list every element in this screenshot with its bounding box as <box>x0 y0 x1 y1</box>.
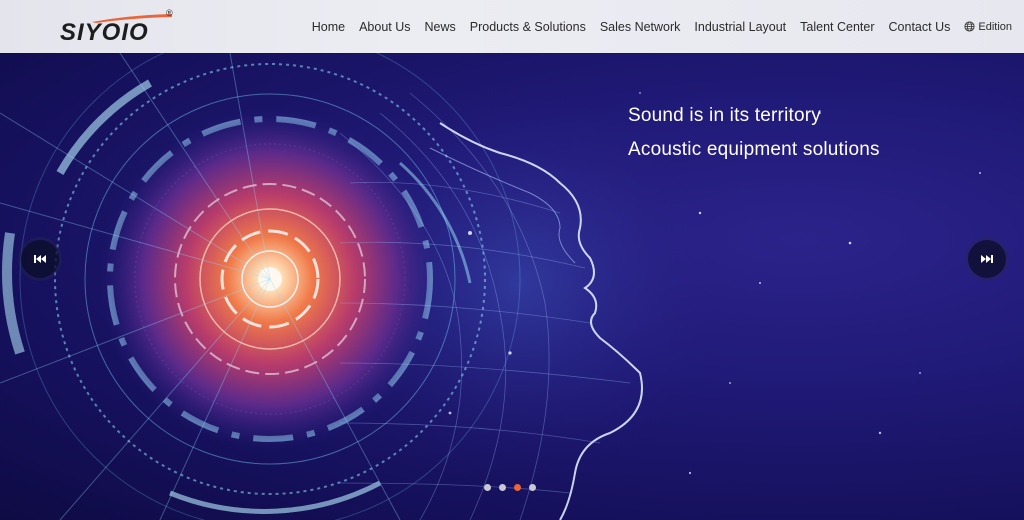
carousel-next-button[interactable] <box>968 240 1006 278</box>
hero-banner: Sound is in its territory Acoustic equip… <box>0 53 1024 520</box>
carousel-prev-button[interactable] <box>21 240 59 278</box>
nav-products-solutions[interactable]: Products & Solutions <box>470 20 586 34</box>
nav-industrial-layout[interactable]: Industrial Layout <box>694 20 786 34</box>
nav-contact-us[interactable]: Contact Us <box>889 20 951 34</box>
skip-next-icon <box>981 255 993 263</box>
carousel-dot-2[interactable] <box>499 484 506 491</box>
globe-icon <box>964 21 975 32</box>
edition-label: Edition <box>978 20 1012 33</box>
page: SIYOIO ® Home About Us News Products & S… <box>0 0 1024 520</box>
edition-switcher[interactable]: Edition <box>964 21 1012 33</box>
nav-home[interactable]: Home <box>312 20 345 34</box>
hero-slogan-line1: Sound is in its territory <box>628 105 821 126</box>
nav-sales-network[interactable]: Sales Network <box>600 20 681 34</box>
logo-text: SIYOIO <box>60 19 149 46</box>
skip-previous-icon <box>34 255 46 263</box>
nav-about-us[interactable]: About Us <box>359 20 410 34</box>
carousel-dot-3[interactable] <box>514 484 521 491</box>
carousel-pagination <box>484 484 544 491</box>
registered-mark: ® <box>166 8 173 18</box>
hero-illustration <box>0 53 981 520</box>
carousel-dot-1[interactable] <box>484 484 491 491</box>
nav-talent-center[interactable]: Talent Center <box>800 20 874 34</box>
carousel-dot-4[interactable] <box>529 484 536 491</box>
main-nav: Home About Us News Products & Solutions … <box>298 0 1012 53</box>
siyoio-logo[interactable]: SIYOIO ® <box>60 8 176 46</box>
nav-news[interactable]: News <box>425 20 456 34</box>
site-header: SIYOIO ® Home About Us News Products & S… <box>0 0 1024 53</box>
hero-slogan-line2: Acoustic equipment solutions <box>628 139 880 160</box>
